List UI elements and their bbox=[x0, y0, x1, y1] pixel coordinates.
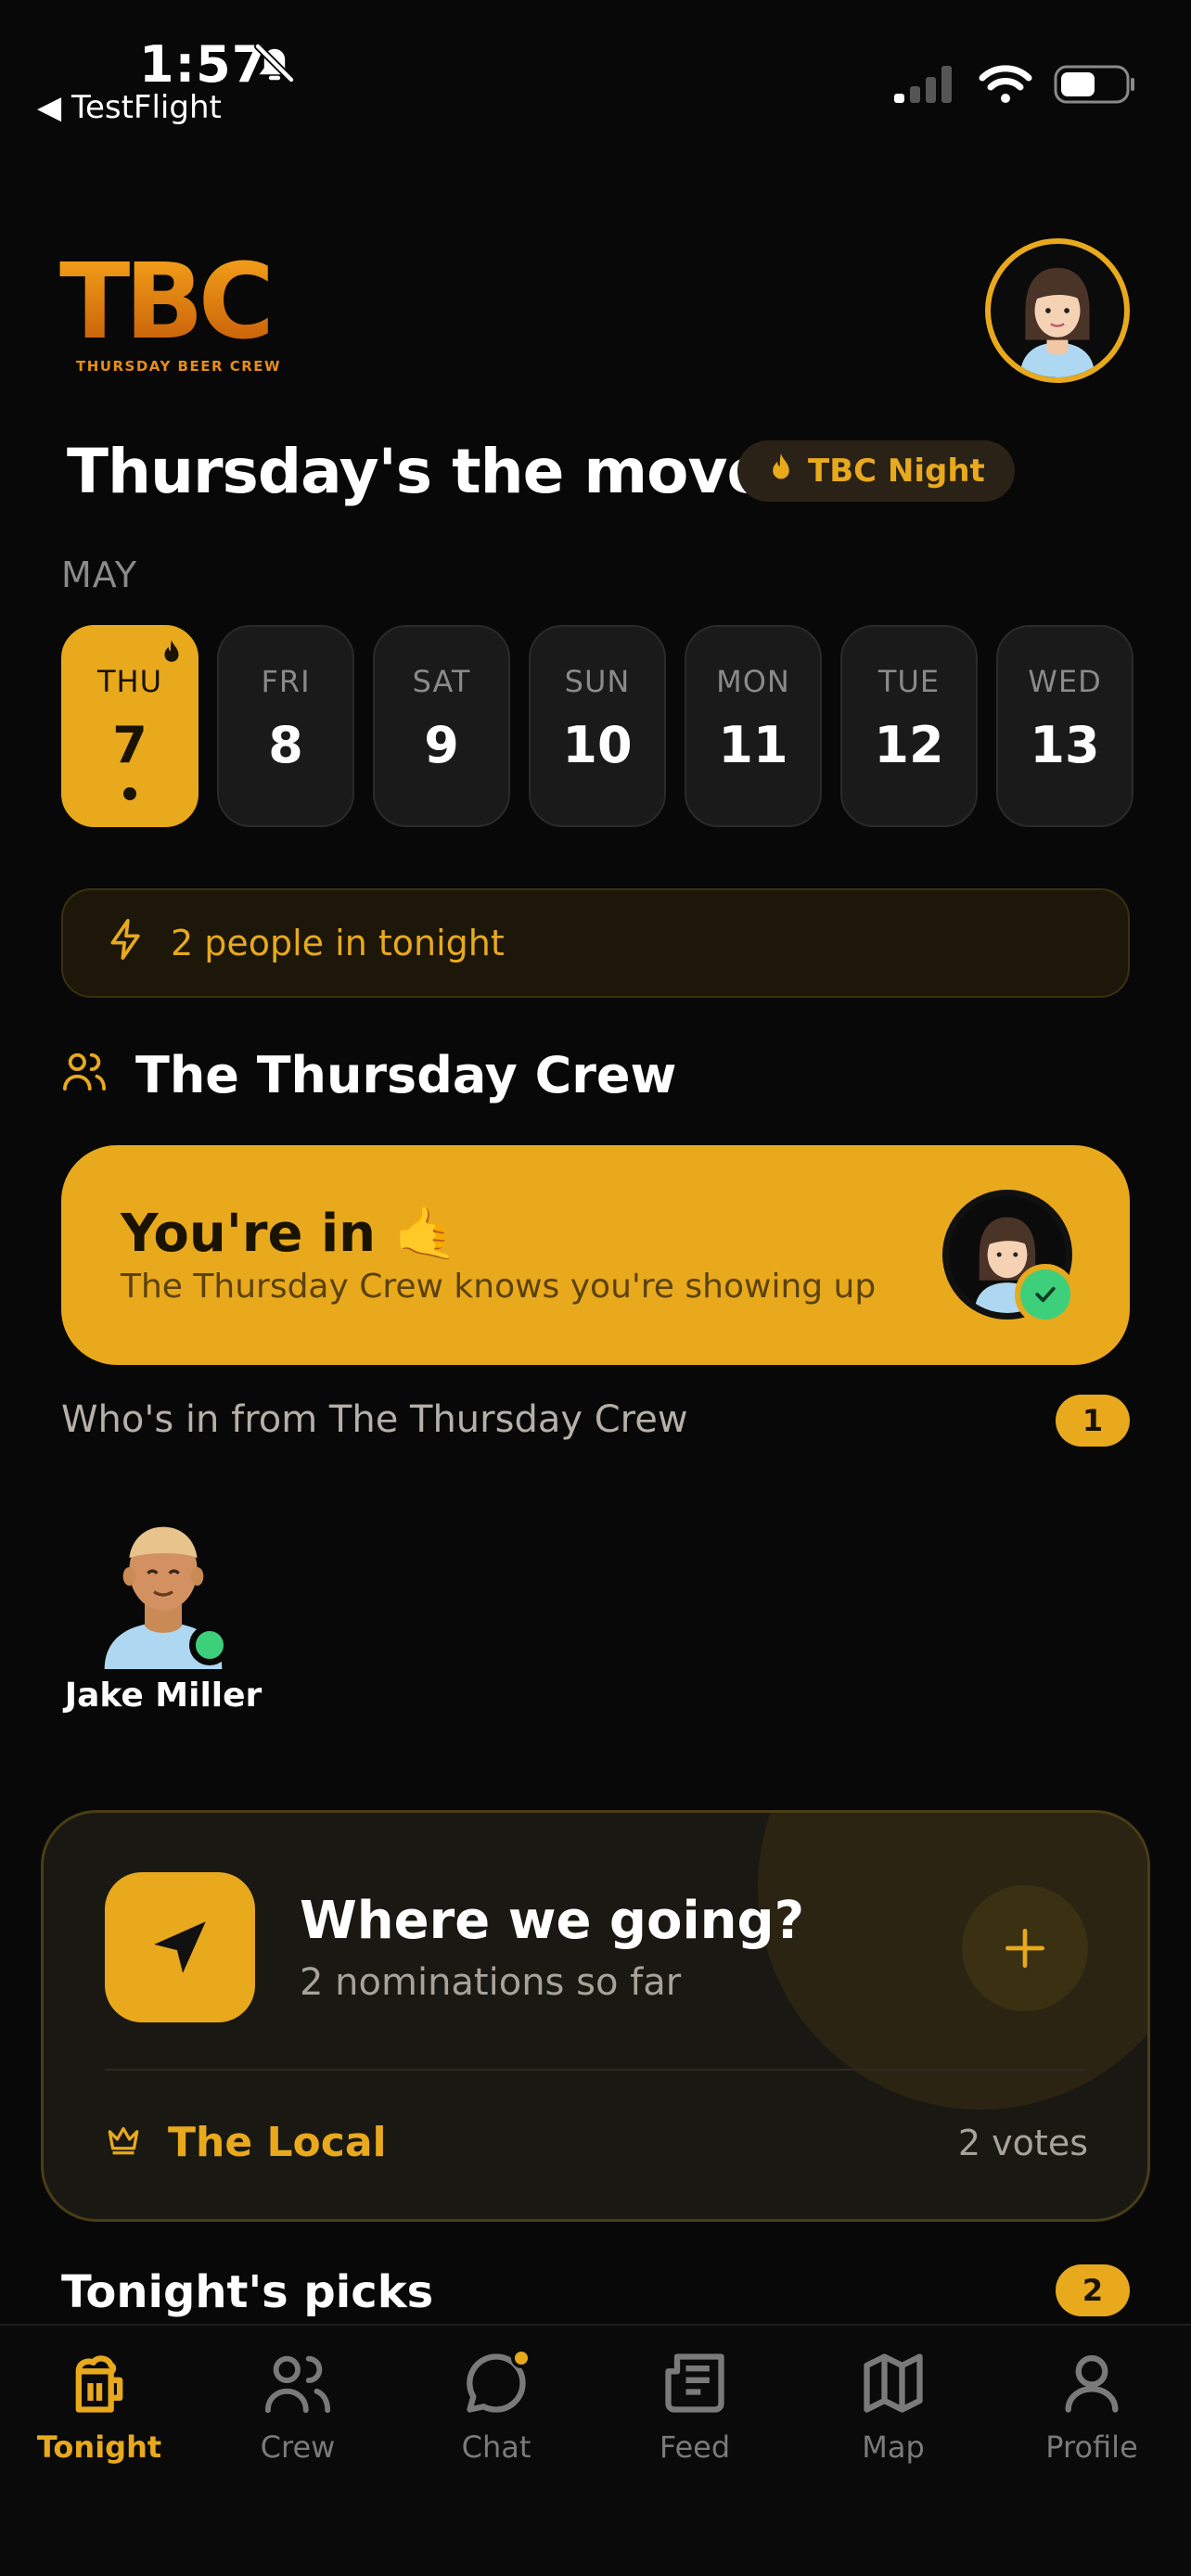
muted-bell-icon bbox=[252, 41, 297, 89]
decorative-glow bbox=[758, 1813, 1147, 2110]
crown-icon bbox=[105, 2119, 142, 2166]
picks-count-badge: 2 bbox=[1056, 2264, 1130, 2316]
day-sat[interactable]: SAT 9 bbox=[373, 625, 510, 827]
tab-crew[interactable]: Crew bbox=[198, 2348, 397, 2465]
top-pick-votes: 2 votes bbox=[957, 2123, 1088, 2163]
crew-section-header: The Thursday Crew bbox=[61, 1046, 676, 1104]
day-name: TUE bbox=[877, 664, 941, 699]
navigation-arrow-icon bbox=[105, 1872, 255, 2022]
day-tue[interactable]: TUE 12 bbox=[840, 625, 978, 827]
profile-avatar-button[interactable] bbox=[985, 238, 1130, 383]
day-picker: THU 7 FRI 8 SAT 9 SUN 10 MON 11 TUE 12 W… bbox=[61, 625, 1133, 827]
users-icon bbox=[61, 1046, 108, 1104]
calendar-month: MAY bbox=[61, 555, 138, 595]
tbc-night-badge: TBC Night bbox=[737, 440, 1015, 502]
newspaper-icon bbox=[660, 2348, 730, 2422]
day-date: 9 bbox=[424, 716, 459, 774]
day-thu[interactable]: THU 7 bbox=[61, 625, 198, 827]
check-icon bbox=[1015, 1264, 1076, 1325]
person-icon bbox=[1057, 2348, 1127, 2422]
whos-in-label: Who's in from The Thursday Crew bbox=[61, 1398, 688, 1441]
day-sun[interactable]: SUN 10 bbox=[529, 625, 666, 827]
status-time: 1:57 bbox=[139, 35, 268, 94]
tab-label: Chat bbox=[461, 2429, 531, 2465]
tab-label: Map bbox=[862, 2429, 925, 2465]
whos-in-count-badge: 1 bbox=[1056, 1395, 1130, 1447]
tab-label: Feed bbox=[659, 2429, 731, 2465]
day-name: WED bbox=[1028, 664, 1102, 699]
tbc-logo: TBC THURSDAY BEER CREW bbox=[59, 250, 281, 375]
youre-in-title: You're in 🤙 bbox=[121, 1204, 459, 1264]
venue-card[interactable]: Where we going? 2 nominations so far The… bbox=[41, 1810, 1150, 2222]
member-avatar bbox=[70, 1502, 256, 1669]
day-name: FRI bbox=[261, 664, 311, 699]
flame-icon bbox=[160, 638, 184, 670]
day-name: MON bbox=[716, 664, 790, 699]
day-date: 10 bbox=[562, 716, 633, 774]
tonights-picks-title: Tonight's picks bbox=[61, 2266, 434, 2318]
people-tonight-text: 2 people in tonight bbox=[171, 923, 505, 963]
unread-dot bbox=[511, 2348, 531, 2368]
day-date: 13 bbox=[1030, 716, 1100, 774]
status-indicators bbox=[892, 63, 1135, 109]
add-nomination-button[interactable] bbox=[962, 1885, 1088, 2011]
selected-dot bbox=[123, 787, 136, 800]
tab-bar: Tonight Crew Chat Feed Map Profile bbox=[0, 2324, 1191, 2576]
page-headline: Thursday's the move. bbox=[67, 436, 790, 507]
tab-label: Profile bbox=[1045, 2429, 1138, 2465]
divider bbox=[105, 2069, 1086, 2071]
day-name: SAT bbox=[412, 664, 471, 699]
tab-label: Crew bbox=[260, 2429, 336, 2465]
map-icon bbox=[858, 2348, 928, 2422]
day-fri[interactable]: FRI 8 bbox=[217, 625, 354, 827]
users-icon bbox=[263, 2348, 333, 2422]
tab-feed[interactable]: Feed bbox=[596, 2348, 794, 2465]
youre-in-subtitle: The Thursday Crew knows you're showing u… bbox=[121, 1268, 877, 1306]
day-mon[interactable]: MON 11 bbox=[685, 625, 822, 827]
day-date: 11 bbox=[718, 716, 788, 774]
battery-icon bbox=[1054, 63, 1135, 109]
crew-title: The Thursday Crew bbox=[135, 1046, 677, 1104]
member-name: Jake Miller bbox=[64, 1677, 263, 1715]
flame-icon bbox=[767, 451, 795, 492]
day-date: 8 bbox=[268, 716, 303, 774]
tab-tonight[interactable]: Tonight bbox=[0, 2348, 198, 2465]
cellular-signal-icon bbox=[892, 64, 957, 108]
crew-member[interactable]: Jake Miller bbox=[61, 1502, 265, 1715]
chat-bubble-icon bbox=[461, 2348, 531, 2422]
day-wed[interactable]: WED 13 bbox=[996, 625, 1133, 827]
day-name: SUN bbox=[564, 664, 631, 699]
youre-in-card[interactable]: You're in 🤙 The Thursday Crew knows you'… bbox=[61, 1145, 1130, 1365]
lightning-icon bbox=[106, 917, 147, 970]
venue-subtitle: 2 nominations so far bbox=[300, 1961, 682, 2004]
day-date: 12 bbox=[874, 716, 944, 774]
tab-label: Tonight bbox=[36, 2429, 162, 2465]
logo-wordmark: TBC bbox=[59, 250, 281, 354]
top-pick-name: The Local bbox=[168, 2119, 387, 2166]
plus-icon bbox=[1005, 1929, 1044, 1968]
tab-map[interactable]: Map bbox=[794, 2348, 992, 2465]
tab-profile[interactable]: Profile bbox=[992, 2348, 1191, 2465]
day-name: THU bbox=[96, 664, 163, 699]
online-indicator bbox=[189, 1625, 230, 1665]
wifi-icon bbox=[978, 63, 1033, 109]
back-to-testflight-link[interactable]: ◀ TestFlight bbox=[37, 89, 222, 126]
logo-tagline: THURSDAY BEER CREW bbox=[76, 358, 282, 375]
tab-chat[interactable]: Chat bbox=[397, 2348, 596, 2465]
tbc-night-label: TBC Night bbox=[808, 453, 985, 490]
beer-mug-icon bbox=[64, 2348, 134, 2422]
day-date: 7 bbox=[112, 716, 147, 774]
people-tonight-banner: 2 people in tonight bbox=[61, 888, 1130, 998]
venue-title: Where we going? bbox=[300, 1891, 805, 1951]
top-pick[interactable]: The Local bbox=[105, 2119, 387, 2166]
